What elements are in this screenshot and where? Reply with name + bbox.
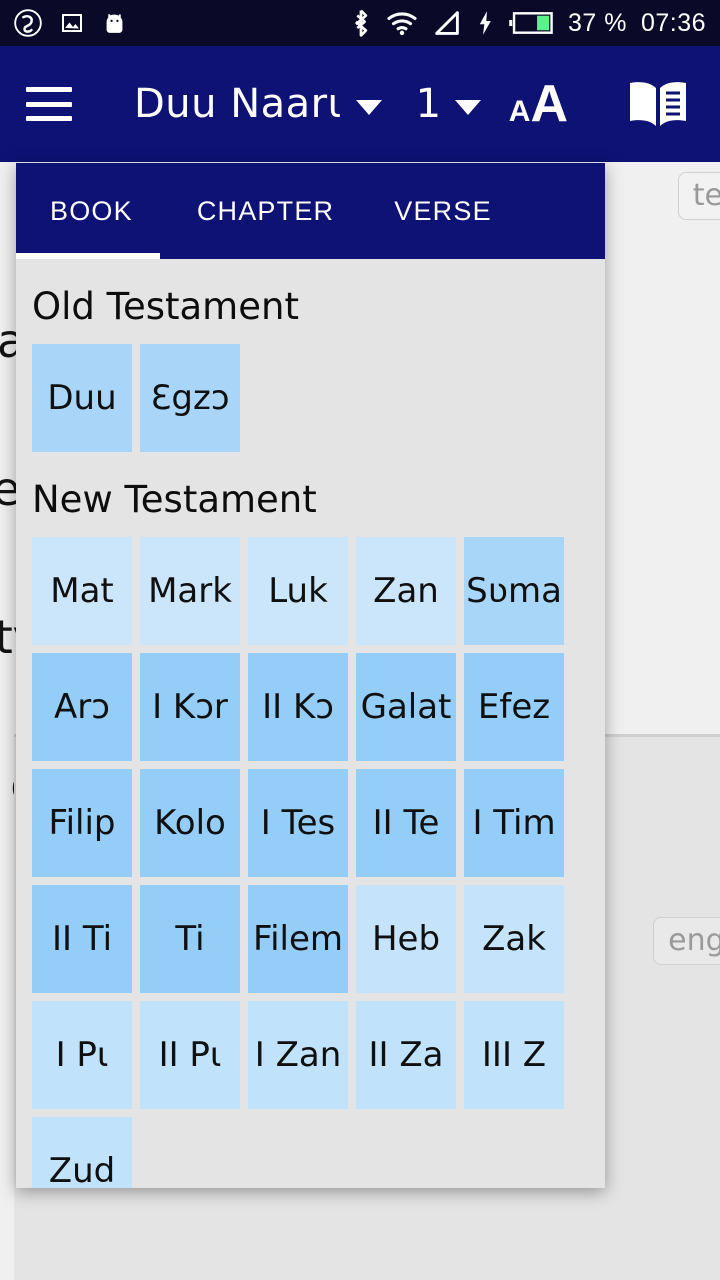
- book-tile[interactable]: Kolo: [140, 769, 240, 877]
- language-tag-engl-button[interactable]: engl: [653, 917, 720, 965]
- tab-book[interactable]: BOOK: [50, 196, 133, 227]
- book-tile[interactable]: III Z: [464, 1001, 564, 1109]
- font-size-button[interactable]: AA: [509, 78, 568, 130]
- charging-bolt-icon: [479, 11, 491, 35]
- wifi-icon: [387, 12, 417, 36]
- battery-percent-label: 37 %: [567, 8, 627, 37]
- book-tile[interactable]: Zan: [356, 537, 456, 645]
- app-root: 37 % 07:36 Duu Naarɩ 1 AA te the heavens…: [0, 0, 720, 1280]
- gallery-icon: [62, 14, 82, 32]
- tab-verse[interactable]: VERSE: [394, 196, 492, 227]
- book-picker-dialog: BOOK CHAPTER VERSE Old Testament Duu Ɛgzɔ…: [16, 163, 605, 1188]
- old-testament-book-grid: Duu Ɛgzɔ: [16, 344, 605, 452]
- book-tile[interactable]: Filip: [32, 769, 132, 877]
- book-tile[interactable]: II Za: [356, 1001, 456, 1109]
- new-testament-book-grid: Mat Mark Luk Zan Sʋma Arɔ I Kɔr II Kɔ Galat Efez F…: [16, 537, 605, 1188]
- book-tile[interactable]: I Pɩ: [32, 1001, 132, 1109]
- book-tile[interactable]: Luk: [248, 537, 348, 645]
- app-bar: Duu Naarɩ 1 AA: [0, 46, 720, 162]
- book-title-label[interactable]: Duu Naarɩ: [134, 81, 342, 127]
- book-tile[interactable]: I Tim: [464, 769, 564, 877]
- book-tile[interactable]: Sʋma: [464, 537, 564, 645]
- chapter-number-label[interactable]: 1: [416, 81, 441, 127]
- book-tile[interactable]: II Kɔ: [248, 653, 348, 761]
- font-size-small-a: A: [508, 95, 531, 128]
- book-tile[interactable]: Efez: [464, 653, 564, 761]
- book-tile[interactable]: Heb: [356, 885, 456, 993]
- battery-icon: [509, 12, 553, 34]
- active-tab-indicator: [16, 253, 160, 259]
- book-tile[interactable]: II Te: [356, 769, 456, 877]
- new-testament-heading: New Testament: [32, 478, 317, 521]
- book-tile[interactable]: Filem: [248, 885, 348, 993]
- tab-chapter[interactable]: CHAPTER: [197, 196, 334, 227]
- book-tile[interactable]: Ti: [140, 885, 240, 993]
- status-bar-left-icons: [14, 9, 127, 37]
- book-tile[interactable]: Mark: [140, 537, 240, 645]
- language-tag-te-button[interactable]: te: [677, 172, 720, 220]
- picker-body: Old Testament Duu Ɛgzɔ New Testament Mat M…: [16, 259, 605, 1188]
- book-tile[interactable]: II Ti: [32, 885, 132, 993]
- hamburger-menu-icon[interactable]: [26, 87, 72, 121]
- open-book-icon[interactable]: [626, 76, 690, 132]
- book-tile[interactable]: II Pɩ: [140, 1001, 240, 1109]
- status-bar: 37 % 07:36: [0, 0, 720, 46]
- book-tile[interactable]: I Tes: [248, 769, 348, 877]
- picker-tab-bar: BOOK CHAPTER VERSE: [16, 163, 605, 259]
- book-tile[interactable]: Zak: [464, 885, 564, 993]
- book-dropdown-caret-icon[interactable]: [355, 99, 382, 115]
- book-tile[interactable]: Galat: [356, 653, 456, 761]
- book-tile[interactable]: Duu: [32, 344, 132, 452]
- book-tile[interactable]: I Kɔr: [140, 653, 240, 761]
- book-tile[interactable]: Mat: [32, 537, 132, 645]
- old-testament-heading: Old Testament: [32, 285, 299, 328]
- bluetooth-icon: [355, 9, 368, 37]
- android-icon: [106, 13, 123, 33]
- app-logo-icon: [14, 9, 42, 37]
- chapter-dropdown-caret-icon[interactable]: [455, 99, 482, 115]
- font-size-big-a: A: [530, 75, 568, 133]
- cellular-signal-icon: [435, 11, 459, 35]
- status-bar-right-icons: 37 % 07:36: [350, 8, 706, 38]
- book-tile[interactable]: Ɛgzɔ: [140, 344, 240, 452]
- book-tile[interactable]: Arɔ: [32, 653, 132, 761]
- book-tile[interactable]: Zud: [32, 1117, 132, 1188]
- clock-label: 07:36: [640, 8, 706, 37]
- book-tile[interactable]: I Zan: [248, 1001, 348, 1109]
